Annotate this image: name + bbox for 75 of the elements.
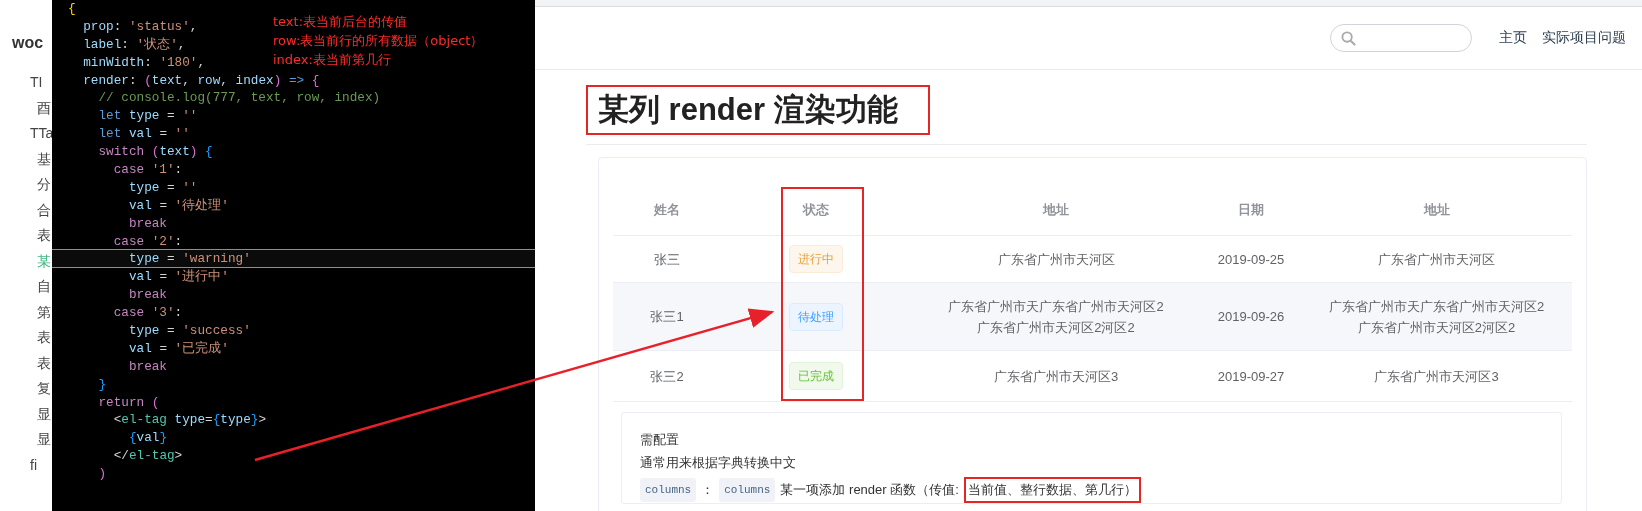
code-line: break [127,214,167,233]
code-line: {val} [127,429,167,448]
code-line: </el-tag> [112,447,183,466]
column-header: 状态 [801,201,830,219]
table-cell-text: 2019-09-25 [1216,250,1286,269]
sidebar-item[interactable]: 第 [0,299,52,325]
sidebar-item[interactable]: 显 [0,401,52,427]
code-line: val = '进行中' [127,268,229,287]
code-line: val = '待处理' [127,196,229,215]
table-cell-text: 广东省广州市天河区3 [992,367,1120,386]
code-chip: columns [719,478,776,502]
column-header: 地址 [1422,201,1451,219]
annotation-note: text:表当前后台的传值 [273,13,409,31]
code-line: { [67,0,76,18]
nav-link[interactable]: 主页 [1499,29,1527,47]
code-line: val = '已完成' [127,339,229,358]
table-cell-text: 广东省广州市天广东省广州市天河区2 广东省广州市天河区2河区2 [1327,297,1546,337]
sidebar-item[interactable]: 酉 [0,95,52,121]
table-cell-text: 广东省广州市天广东省广州市天河区2 广东省广州市天河区2河区2 [947,297,1165,337]
code-line: case '2': [112,232,183,251]
table-cell-text: 张三1 [649,308,685,326]
status-tag: 待处理 [789,302,843,331]
sidebar-item[interactable]: 表 [0,223,52,249]
table-cell-text: 广东省广州市天河区3 [1373,367,1500,386]
usage-text: 某一项添加 render 函数（传值: [780,481,959,499]
code-line: type = '' [127,178,198,197]
column-header: 姓名 [653,201,681,219]
sidebar-item[interactable]: 表 [0,350,52,376]
code-line: render: (text, row, index) => { [82,71,320,90]
sidebar-item[interactable]: 基 [0,146,52,172]
highlighted-text: 当前值、整行数据、第几行） [963,477,1141,503]
sidebar-item[interactable]: fi [0,452,52,478]
code-line: let val = '' [97,125,190,144]
code-line: case '3': [112,304,183,323]
code-line: minWidth: '180', [82,53,206,72]
column-header: 日期 [1237,201,1265,219]
sidebar-item[interactable]: TI [0,70,52,96]
code-line: return ( [97,393,160,412]
table-cell-text: 张三 [653,250,681,269]
code-line: case '1': [112,161,183,179]
table-cell-text: 2019-09-26 [1216,308,1286,326]
table-cell-text: 广东省广州市天河区 [1377,250,1496,269]
usage-text: ： [701,481,715,499]
annotation-note: row:表当前行的所有数据（object） [273,32,484,50]
code-line: switch (text) { [97,143,213,161]
description-text: 通常用来根据字典转换中文 [640,454,797,471]
page-title: 某列 render 渲染功能 [586,85,930,135]
sidebar-item[interactable]: 表 [0,325,52,351]
code-line: type = 'success' [127,322,251,340]
table-cell-text: 2019-09-27 [1216,367,1286,386]
status-tag: 进行中 [789,245,843,273]
code-chip: columns [640,478,697,502]
code-line: prop: 'status', [82,17,198,36]
sidebar-item[interactable]: 复 [0,376,52,402]
table-cell-text: 张三2 [649,367,685,386]
code-line: <el-tag type={type}> [112,411,267,430]
section-label: 需配置 [640,431,680,448]
search-icon [1341,30,1356,46]
sidebar-item[interactable]: 分 [0,172,52,198]
code-line: label: '状态', [82,35,186,54]
code-line: break [127,357,167,376]
code-line: let type = '' [97,107,198,126]
site-logo[interactable]: woc [0,10,52,70]
column-header: 地址 [1041,201,1070,219]
sidebar-item[interactable]: 合 [0,197,52,223]
status-tag: 已完成 [789,362,843,390]
table-cell-text: 广东省广州市天河区 [996,250,1116,269]
sidebar-item[interactable]: 自 [0,274,52,300]
code-line: ) [97,465,107,484]
nav-link[interactable]: 实际项目问题 [1542,29,1626,47]
code-line: // console.log(777, text, row, index) [97,89,381,108]
annotation-note: index:表当前第几行 [273,51,392,69]
code-line: } [97,375,107,394]
sidebar-item[interactable]: 显 [0,427,52,453]
code-line: break [127,286,167,305]
